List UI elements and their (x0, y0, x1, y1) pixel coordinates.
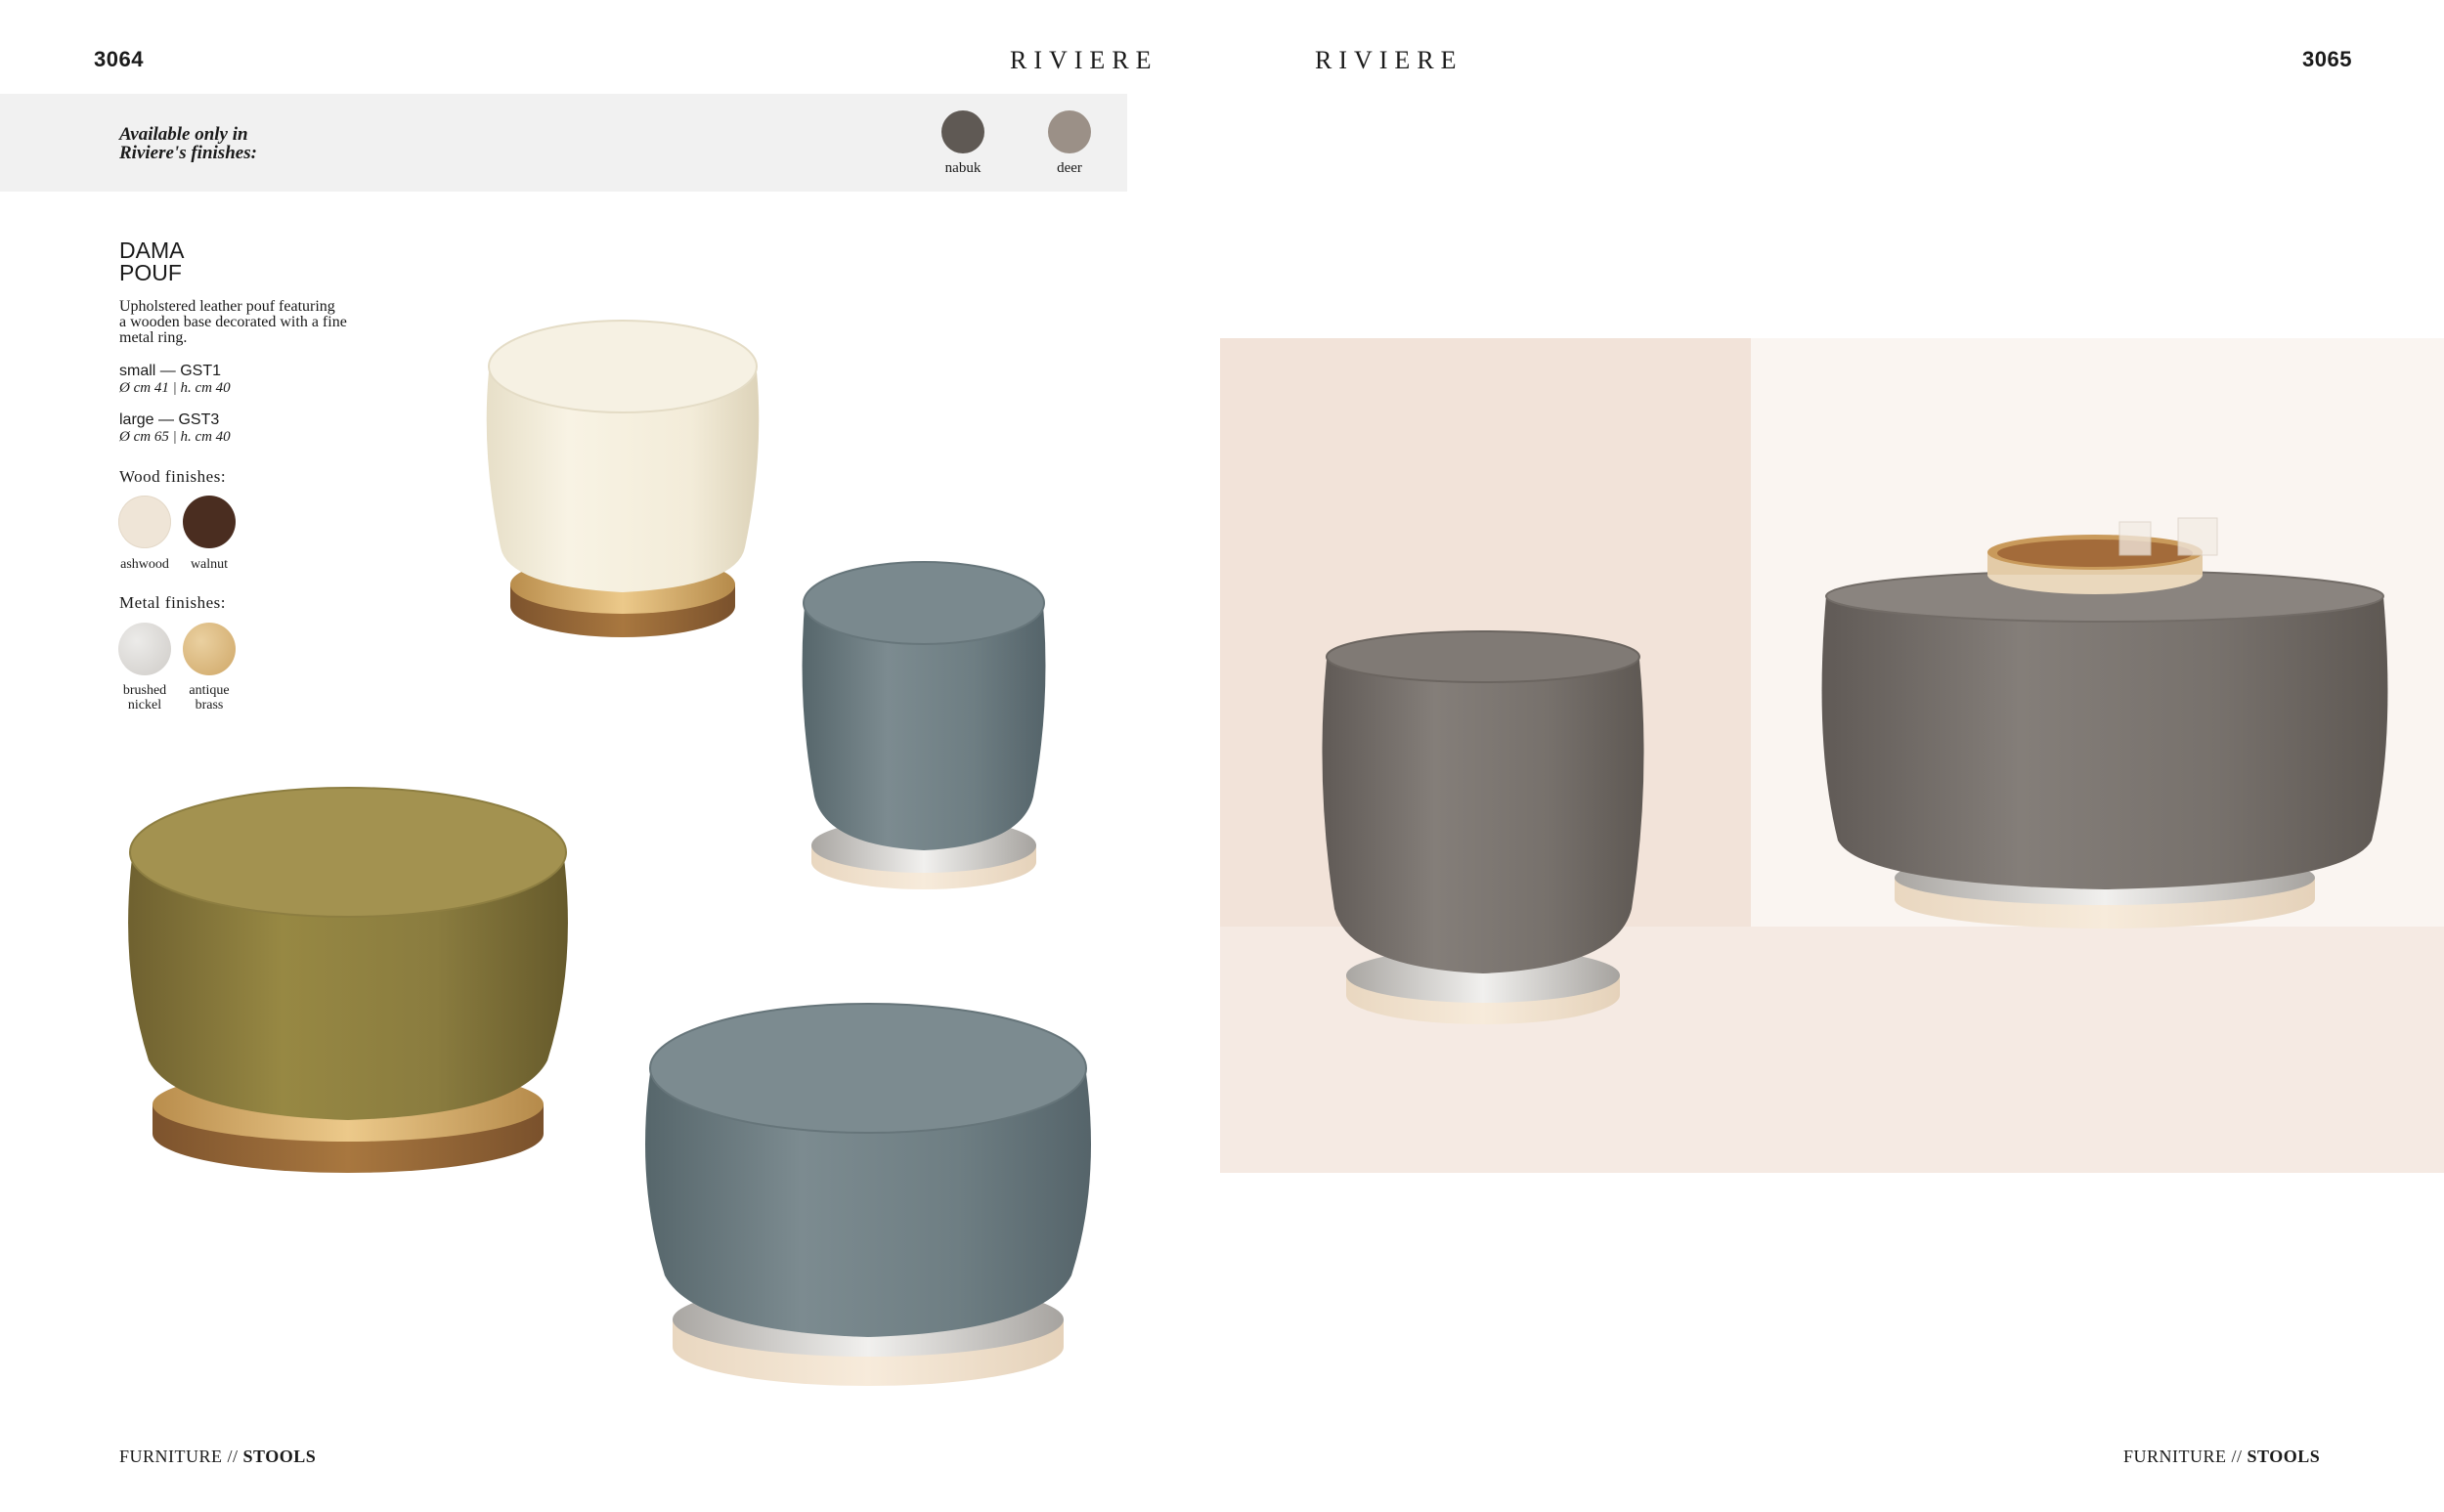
cream-pouf-photo (486, 320, 760, 637)
blue-grey-small-pouf-photo (802, 561, 1046, 889)
blue-grey-large-pouf-photo (645, 1003, 1091, 1386)
footer-left-category: FURNITURE (119, 1447, 223, 1466)
olive-large-pouf-photo (128, 787, 568, 1173)
footer-left-subcategory: STOOLS (242, 1447, 317, 1466)
footer-left-separator: // (222, 1447, 243, 1466)
lifestyle-photo (1220, 338, 2444, 1173)
footer-right-subcategory: STOOLS (2247, 1447, 2321, 1466)
footer-right-separator: // (2226, 1447, 2248, 1466)
footer-left: FURNITURE // STOOLS (119, 1447, 316, 1467)
footer-right-category: FURNITURE (2123, 1447, 2227, 1466)
product-photos-left (128, 320, 2444, 1386)
footer-right: FURNITURE // STOOLS (2123, 1447, 2320, 1467)
